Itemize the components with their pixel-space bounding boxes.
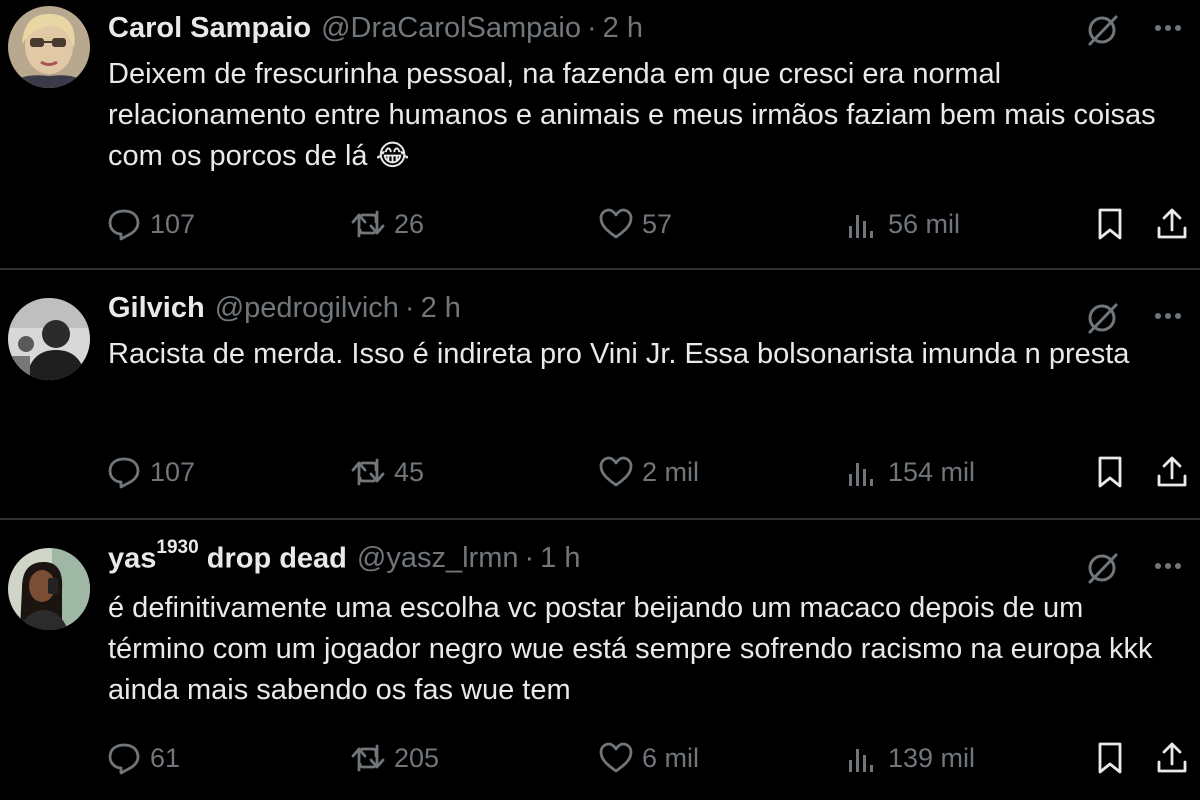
timeline-feed: Carol Sampaio @DraCarolSampaio · 2 h Dei…	[0, 0, 1200, 800]
views-icon	[849, 749, 873, 772]
views-icon	[849, 215, 873, 238]
grok-icon[interactable]	[1084, 300, 1120, 336]
user-handle[interactable]: @yasz_lrmn	[357, 542, 519, 575]
views-button[interactable]: 154 mil	[844, 450, 975, 494]
like-button[interactable]: 57	[598, 202, 672, 246]
share-button[interactable]	[1154, 736, 1190, 780]
reply-count: 107	[150, 208, 196, 239]
tweet[interactable]: Gilvich @pedrogilvich · 2 h Racista de m…	[0, 270, 1200, 520]
retweet-icon	[351, 458, 385, 486]
tweet-text: é definitivamente uma escolha vc postar …	[108, 592, 1153, 706]
share-icon	[1157, 208, 1187, 239]
tweet[interactable]: Carol Sampaio @DraCarolSampaio · 2 h Dei…	[0, 0, 1200, 270]
action-bar: 107 45 2 mil 154 mil	[106, 450, 1190, 494]
name-superscript: 1930	[156, 536, 199, 558]
views-count: 56 mil	[888, 208, 961, 239]
like-icon	[599, 742, 633, 773]
share-button[interactable]	[1154, 202, 1190, 246]
reply-button[interactable]: 107	[106, 450, 195, 494]
action-bar: 107 26 57 56 mil	[106, 202, 1190, 246]
bookmark-button[interactable]	[1092, 736, 1128, 780]
timestamp[interactable]: 2 h	[603, 12, 643, 45]
views-count: 154 mil	[888, 456, 976, 487]
retweet-button[interactable]: 205	[350, 736, 439, 780]
bookmark-icon	[1098, 456, 1122, 488]
reply-icon	[108, 209, 140, 241]
separator: ·	[587, 11, 597, 44]
views-button[interactable]: 139 mil	[844, 736, 975, 780]
retweet-count: 205	[394, 742, 440, 773]
tweet[interactable]: yas1930 drop dead @yasz_lrmn · 1 h é def…	[0, 520, 1200, 800]
bookmark-button[interactable]	[1092, 202, 1128, 246]
like-button[interactable]: 2 mil	[598, 450, 699, 494]
share-button[interactable]	[1154, 450, 1190, 494]
views-icon	[849, 463, 873, 486]
grok-icon[interactable]	[1084, 550, 1120, 586]
reply-button[interactable]: 107	[106, 202, 195, 246]
retweet-icon	[351, 744, 385, 772]
reply-count: 61	[150, 742, 181, 773]
display-name[interactable]: Gilvich	[108, 292, 205, 325]
grok-icon[interactable]	[1084, 12, 1120, 48]
avatar[interactable]	[8, 548, 90, 630]
reply-count: 107	[150, 456, 196, 487]
reply-button[interactable]: 61	[106, 736, 180, 780]
display-name[interactable]: yas1930 drop dead	[108, 537, 347, 576]
display-name[interactable]: Carol Sampaio	[108, 12, 311, 45]
like-count: 6 mil	[642, 742, 700, 773]
share-icon	[1157, 742, 1187, 773]
like-count: 2 mil	[642, 456, 700, 487]
like-count: 57	[642, 208, 673, 239]
share-icon	[1157, 456, 1187, 487]
reply-icon	[108, 457, 140, 489]
reply-icon	[108, 743, 140, 775]
user-handle[interactable]: @DraCarolSampaio	[321, 12, 581, 45]
timestamp[interactable]: 1 h	[540, 542, 580, 575]
retweet-button[interactable]: 45	[350, 450, 424, 494]
tweet-text: Racista de merda. Isso é indireta pro Vi…	[108, 338, 1130, 370]
more-icon[interactable]	[1150, 298, 1186, 334]
tweet-header: Carol Sampaio @DraCarolSampaio · 2 h	[108, 8, 643, 48]
bookmark-icon	[1098, 208, 1122, 240]
tweet-header: Gilvich @pedrogilvich · 2 h	[108, 288, 461, 328]
avatar[interactable]	[8, 6, 90, 88]
retweet-count: 45	[394, 456, 425, 487]
bookmark-icon	[1098, 742, 1122, 774]
action-bar: 61 205 6 mil 139 mil	[106, 736, 1190, 780]
retweet-count: 26	[394, 208, 425, 239]
tweet-header: yas1930 drop dead @yasz_lrmn · 1 h	[108, 537, 581, 578]
like-icon	[599, 208, 633, 239]
views-button[interactable]: 56 mil	[844, 202, 960, 246]
more-icon[interactable]	[1150, 548, 1186, 584]
timestamp[interactable]: 2 h	[421, 292, 461, 325]
separator: ·	[404, 291, 415, 324]
views-count: 139 mil	[888, 742, 976, 773]
retweet-button[interactable]: 26	[350, 202, 424, 246]
like-button[interactable]: 6 mil	[598, 736, 699, 780]
like-icon	[599, 456, 633, 487]
retweet-icon	[351, 210, 385, 238]
tweet-text: Deixem de frescurinha pessoal, na fazend…	[108, 58, 1156, 172]
avatar[interactable]	[8, 298, 90, 380]
more-icon[interactable]	[1150, 10, 1186, 46]
separator: ·	[524, 541, 535, 574]
user-handle[interactable]: @pedrogilvich	[215, 292, 399, 325]
bookmark-button[interactable]	[1092, 450, 1128, 494]
